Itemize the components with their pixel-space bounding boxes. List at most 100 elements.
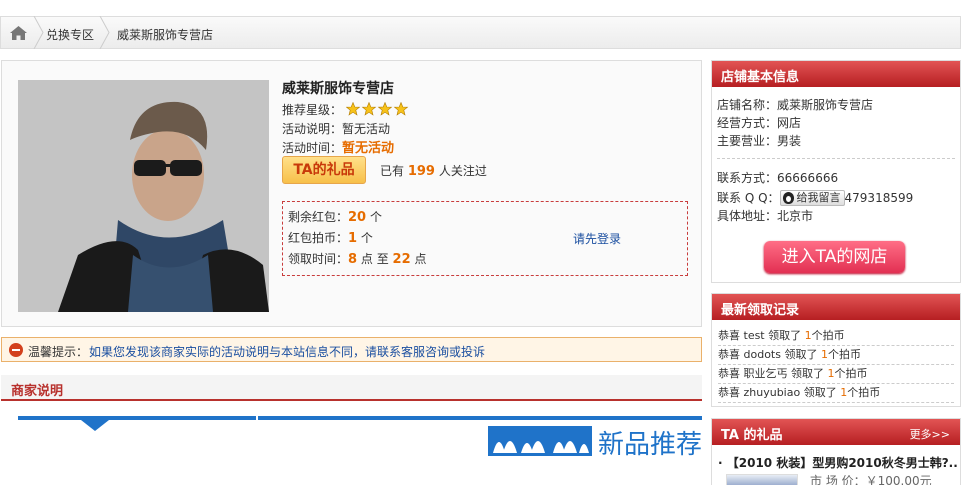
record-prefix: 恭喜: [718, 329, 740, 342]
attention-count-text: 已有 199 人关注过: [380, 162, 487, 179]
qq-row: 联系 Q Q： 给我留言 479318599: [717, 189, 913, 206]
qq-label: 联系 Q Q：: [717, 191, 780, 205]
record-count: 1: [820, 348, 828, 361]
address-value: 北京市: [777, 209, 814, 223]
store-product-photo[interactable]: [18, 80, 269, 312]
store-mode-value: 网店: [777, 116, 802, 130]
store-business-row: 主要营业：男装: [717, 132, 801, 149]
bid-label: 红包拍币：: [288, 231, 349, 245]
divider: [717, 158, 955, 159]
attention-suffix: 人关注过: [438, 164, 487, 178]
merchant-desc-header: 商家说明: [1, 375, 702, 401]
store-business-label: 主要营业：: [717, 134, 778, 148]
breadcrumb-separator-icon: [33, 16, 44, 49]
store-info-title: 店铺基本信息: [712, 61, 960, 87]
gift-item-title[interactable]: · 【2010 秋装】型男购2010秋冬男士韩?...: [718, 454, 958, 471]
record-prefix: 恭喜: [718, 367, 740, 380]
star-rating-icon: [345, 102, 409, 116]
store-business-value: 男装: [777, 134, 802, 148]
time-from: 8: [348, 252, 358, 267]
gift-thumbnail[interactable]: [726, 474, 798, 485]
red-packet-info-box: 剩余红包：20 个 红包拍币：1 个 领取时间：8 点 至 22 点 请先登录: [282, 201, 688, 276]
rating-label: 推荐星级：: [282, 103, 343, 117]
tip-label: 温馨提示：: [28, 345, 89, 359]
more-gifts-link[interactable]: 更多>>: [910, 426, 950, 442]
store-info-panel: 店铺基本信息 店铺名称：威莱斯服饰专营店 经营方式：网店 主要营业：男装 联系方…: [711, 60, 961, 283]
store-mode-label: 经营方式：: [717, 116, 778, 130]
latest-records-panel: 最新领取记录 恭喜 test 领取了 1个拍币 恭喜 dodots 领取了 1个…: [711, 293, 961, 407]
bid-unit: 个: [360, 231, 373, 245]
claim-time-row: 领取时间：8 点 至 22 点: [288, 250, 426, 267]
contact-value: 66666666: [777, 171, 839, 185]
time-unit: 点: [414, 252, 427, 266]
contact-label: 联系方式：: [717, 171, 778, 185]
breadcrumb-exchange-zone[interactable]: 兑换专区: [46, 26, 94, 43]
login-link[interactable]: 请先登录: [573, 230, 621, 247]
bid-value: 1: [348, 231, 358, 246]
home-icon[interactable]: [10, 26, 27, 40]
merchant-desc-title: 商家说明: [11, 384, 64, 399]
enter-store-button[interactable]: 进入TA的网店: [764, 241, 905, 273]
activity-desc-label: 活动说明：: [282, 122, 343, 136]
ta-gifts-title: TA 的礼品: [721, 428, 783, 443]
banner-text: 新品推荐: [598, 430, 702, 460]
address-label: 具体地址：: [717, 209, 778, 223]
record-mid: 领取了: [791, 367, 824, 380]
record-mid: 领取了: [803, 386, 837, 399]
record-suffix: 个拍币: [811, 329, 845, 342]
price-label: 市 场 价：: [810, 474, 866, 485]
record-count: 1: [804, 329, 812, 342]
address-row: 具体地址：北京市: [717, 207, 813, 224]
qq-number: 479318599: [844, 191, 914, 205]
store-mode-row: 经营方式：网店: [717, 114, 801, 131]
time-mid: 点 至: [360, 252, 389, 266]
record-user: zhuyubiao: [743, 386, 801, 399]
activity-time-row: 活动时间：暂无活动: [282, 137, 394, 156]
record-prefix: 恭喜: [718, 348, 740, 361]
gift-price-row: 市 场 价：￥100.00元: [810, 472, 932, 485]
record-item: 恭喜 test 领取了 1个拍币: [718, 327, 954, 346]
minus-circle-icon: [9, 343, 23, 357]
price-value: ￥100.00元: [865, 474, 932, 485]
ta-gifts-panel: TA 的礼品 更多>> · 【2010 秋装】型男购2010秋冬男士韩?... …: [711, 418, 961, 485]
qq-penguin-icon: [782, 192, 794, 204]
store-name-row: 店铺名称：威莱斯服饰专营店: [717, 96, 873, 113]
breadcrumb: 兑换专区 威莱斯服饰专营店: [0, 16, 961, 49]
ta-gift-button[interactable]: TA的礼品: [282, 156, 366, 184]
record-user: test: [743, 329, 765, 342]
record-suffix: 个拍币: [827, 348, 861, 361]
latest-records-title: 最新领取记录: [712, 294, 960, 320]
record-suffix: 个拍币: [847, 386, 881, 399]
new-products-banner[interactable]: 新品推荐: [1, 403, 702, 485]
contact-row: 联系方式：66666666: [717, 169, 838, 186]
ta-gifts-header: TA 的礼品 更多>>: [712, 419, 960, 445]
bid-coins-row: 红包拍币：1 个: [288, 229, 373, 246]
store-title: 威莱斯服饰专营店: [282, 81, 394, 97]
record-item: 恭喜 职业乞丐 领取了 1个拍币: [718, 365, 954, 384]
record-mid: 领取了: [768, 329, 802, 342]
store-summary-panel: 威莱斯服饰专营店 推荐星级： 活动说明：暂无活动 活动时间：暂无活动 TA的礼品…: [1, 60, 702, 327]
remaining-unit: 个: [369, 210, 382, 224]
remaining-label: 剩余红包：: [288, 210, 349, 224]
gift-title-text[interactable]: 【2010 秋装】型男购2010秋冬男士韩?...: [727, 456, 958, 470]
record-item: 恭喜 zhuyubiao 领取了 1个拍币: [718, 384, 954, 403]
breadcrumb-separator-icon: [99, 16, 110, 49]
record-mid: 领取了: [784, 348, 818, 361]
activity-time-label: 活动时间：: [282, 141, 343, 155]
qq-message-button[interactable]: 给我留言: [779, 190, 845, 206]
record-item: 恭喜 dodots 领取了 1个拍币: [718, 346, 954, 365]
activity-desc-row: 活动说明：暂无活动: [282, 120, 390, 137]
remaining-packets-row: 剩余红包：20 个: [288, 208, 382, 225]
tip-message-link[interactable]: 如果您发现该商家实际的活动说明与本站信息不同，请联系客服咨询或投诉: [89, 343, 485, 360]
activity-desc-value: 暂无活动: [342, 122, 391, 136]
record-user: 职业乞丐: [743, 367, 788, 380]
qq-button-label: 给我留言: [796, 191, 841, 204]
record-suffix: 个拍币: [834, 367, 868, 380]
time-label: 领取时间：: [288, 252, 349, 266]
store-name-value: 威莱斯服饰专营店: [777, 98, 874, 112]
record-prefix: 恭喜: [718, 386, 740, 399]
warm-tip-bar: 温馨提示： 如果您发现该商家实际的活动说明与本站信息不同，请联系客服咨询或投诉: [1, 337, 702, 362]
remaining-value: 20: [348, 210, 367, 225]
rating-row: 推荐星级：: [282, 101, 410, 118]
attention-prefix: 已有: [380, 164, 405, 178]
